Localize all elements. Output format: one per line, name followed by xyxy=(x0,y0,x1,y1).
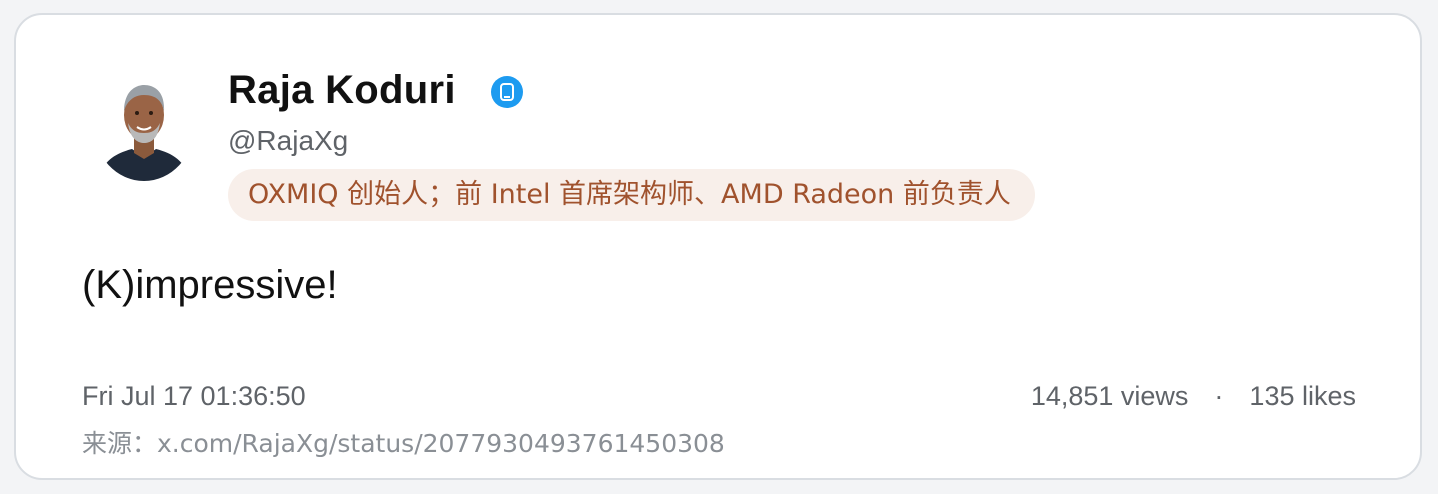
tweet-text: (K)impressive! xyxy=(82,263,338,307)
stats-separator: · xyxy=(1214,381,1224,411)
avatar[interactable] xyxy=(94,73,194,181)
likes-count: 135 likes xyxy=(1249,381,1356,411)
source-link[interactable]: 来源：x.com/RajaXg/status/20779304937614503… xyxy=(82,428,725,460)
tweet-stats: 14,851 views · 135 likes xyxy=(1031,379,1356,413)
tweet-timestamp[interactable]: Fri Jul 17 01:36:50 xyxy=(82,379,306,413)
avatar-image xyxy=(94,73,194,181)
author-bio-badge: OXMIQ 创始人；前 Intel 首席架构师、AMD Radeon 前负责人 xyxy=(228,169,1035,221)
author-handle[interactable]: @RajaXg xyxy=(228,124,348,158)
tweet-card: Raja Koduri @RajaXg OXMIQ 创始人；前 Intel 首席… xyxy=(14,13,1422,480)
verified-badge-icon xyxy=(491,76,523,108)
author-name[interactable]: Raja Koduri xyxy=(228,67,456,113)
views-count: 14,851 views xyxy=(1030,381,1189,411)
